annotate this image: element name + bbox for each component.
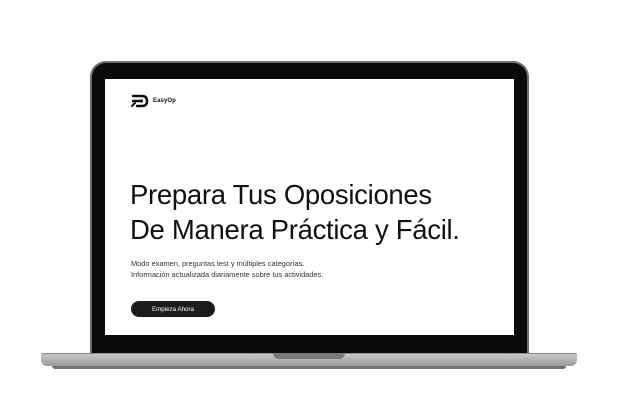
brand[interactable]: EasyOp	[131, 93, 176, 109]
hero-headline-line-1: Prepara Tus Oposiciones	[130, 179, 432, 210]
hero-subtext-line-1: Modo examen, preguntas test y múltiples …	[131, 259, 305, 268]
hero-subtext: Modo examen, preguntas test y múltiples …	[131, 258, 323, 280]
hero-headline-line-2: De Manera Práctica y Fácil.	[130, 214, 460, 245]
hero-headline: Prepara Tus Oposiciones De Manera Prácti…	[130, 177, 510, 247]
easyop-logo-icon	[131, 94, 149, 108]
start-now-button[interactable]: Empieza Ahora	[131, 301, 215, 317]
laptop-base-shadow	[52, 366, 566, 369]
brand-name: EasyOp	[153, 98, 176, 104]
laptop-notch	[273, 353, 345, 359]
laptop-screen: EasyOp Prepara Tus Oposiciones De Manera…	[105, 79, 514, 335]
hero-subtext-line-2: Información actualizada diariamente sobr…	[131, 270, 324, 279]
